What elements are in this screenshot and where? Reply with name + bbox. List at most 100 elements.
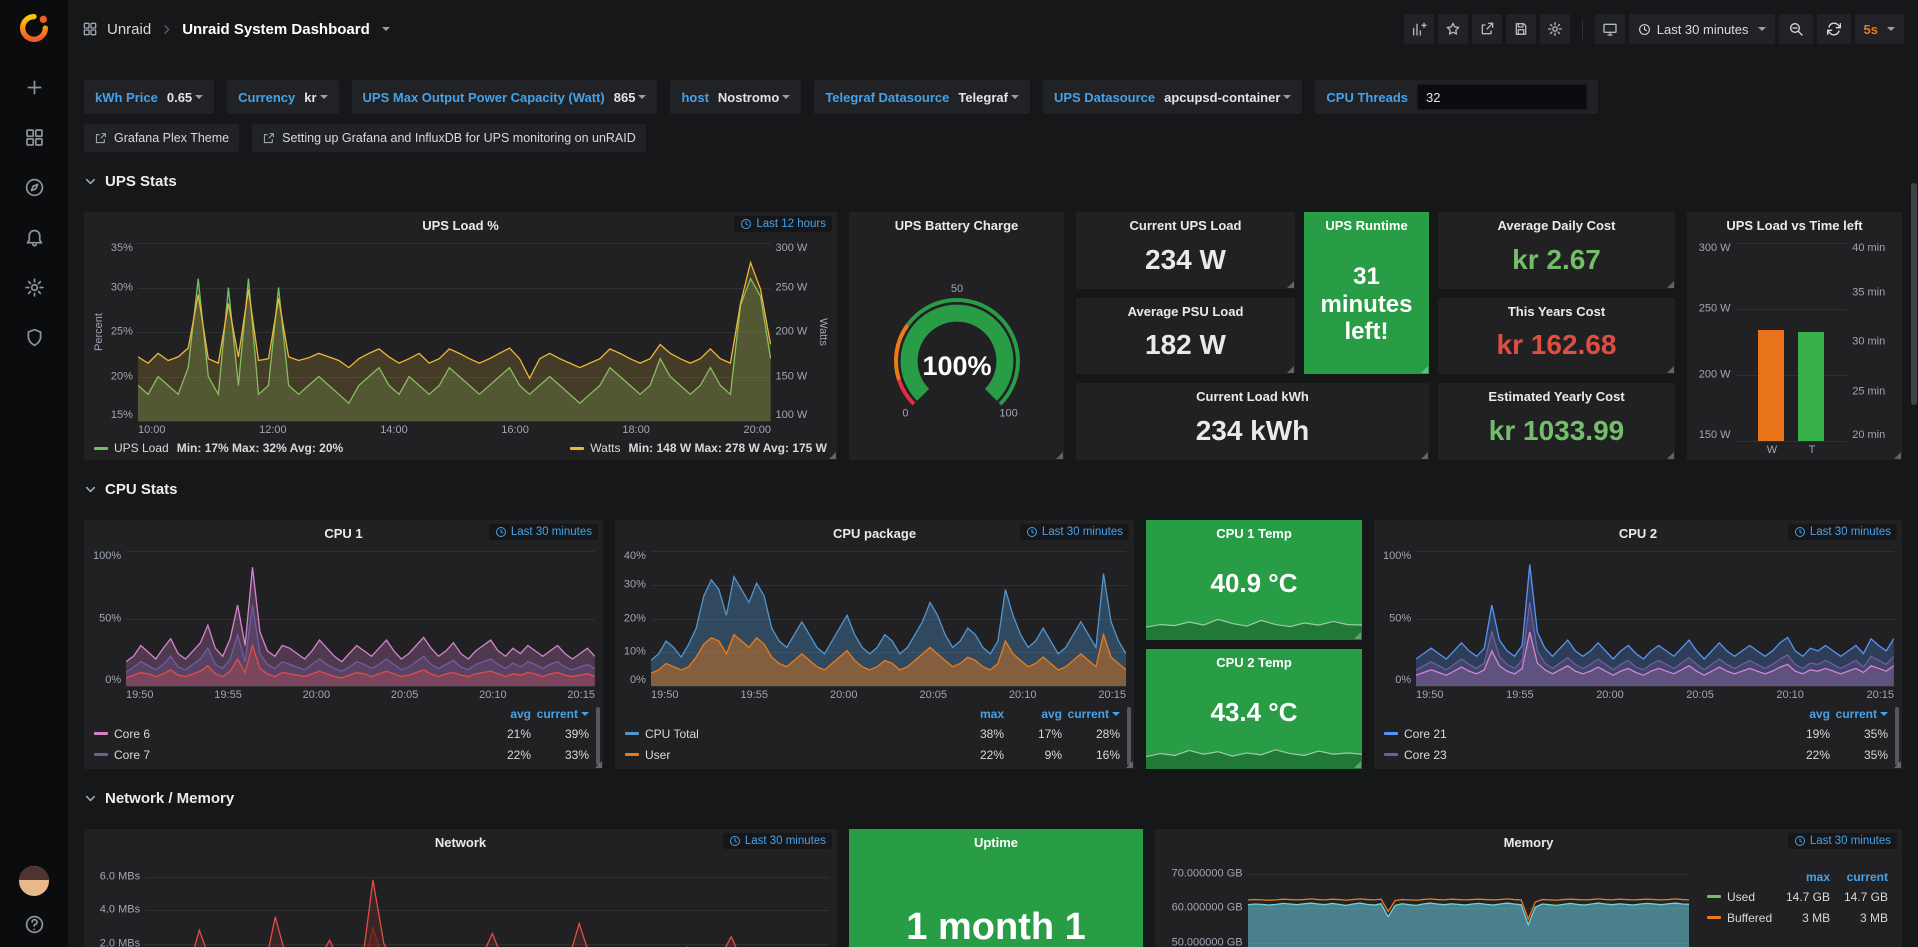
panel-header[interactable]: Average Daily Cost <box>1438 212 1675 239</box>
panel-header[interactable]: Estimated Yearly Cost <box>1438 383 1675 410</box>
panel-title[interactable]: UPS Load % <box>422 218 499 233</box>
dashboard-settings-button[interactable] <box>1540 14 1570 44</box>
panel-header[interactable]: CPU 1 Last 30 minutes <box>84 520 603 547</box>
server-admin-icon[interactable] <box>24 327 45 348</box>
panel-header[interactable]: UPS Load vs Time left <box>1687 212 1902 239</box>
grafana-logo[interactable] <box>18 12 50 47</box>
variable-value[interactable]: apcupsd-container <box>1164 90 1291 105</box>
panel-header[interactable]: Network Last 30 minutes <box>84 829 837 856</box>
variable-value[interactable]: Nostromo <box>718 90 790 105</box>
share-button[interactable] <box>1472 14 1502 44</box>
configuration-icon[interactable] <box>24 277 45 298</box>
panel-header[interactable]: Current UPS Load <box>1076 212 1295 239</box>
legend-series-core-23[interactable]: Core 2322%35% <box>1384 744 1888 765</box>
legend-series-buffered[interactable]: Buffered3 MB3 MB <box>1707 907 1888 928</box>
panel-header[interactable]: CPU 1 Temp <box>1146 520 1362 547</box>
explore-icon[interactable] <box>24 177 45 198</box>
panel-title[interactable]: Current Load kWh <box>1196 389 1309 404</box>
breadcrumb-folder[interactable]: Unraid <box>107 21 151 38</box>
legend-sort-current[interactable]: current <box>1830 707 1888 721</box>
chart-plot[interactable] <box>1248 860 1689 947</box>
panel-title[interactable]: Average Daily Cost <box>1497 218 1615 233</box>
legend-sort-avg[interactable]: avg <box>1004 707 1062 721</box>
variable-ups-datasource[interactable]: UPS Datasourceapcupsd-container <box>1043 80 1302 114</box>
panel-header[interactable]: CPU package Last 30 minutes <box>615 520 1134 547</box>
section-ups-stats[interactable]: UPS Stats <box>84 172 1902 190</box>
legend-sort-current[interactable]: current <box>1830 870 1888 884</box>
variable-input-cpu-threads[interactable] <box>1417 84 1587 110</box>
refresh-interval-picker[interactable]: 5s <box>1855 14 1904 44</box>
create-icon[interactable] <box>24 77 45 98</box>
panel-title[interactable]: This Years Cost <box>1508 304 1605 319</box>
variable-kwh-price[interactable]: kWh Price0.65 <box>84 80 214 114</box>
panel-title[interactable]: UPS Runtime <box>1325 218 1407 233</box>
panel-header[interactable]: Current Load kWh <box>1076 383 1429 410</box>
dashboards-icon[interactable] <box>24 127 45 148</box>
chart-plot[interactable] <box>1416 551 1894 686</box>
panel-header[interactable]: UPS Load % Last 12 hours <box>84 212 837 239</box>
section-cpu-stats[interactable]: CPU Stats <box>84 480 1902 498</box>
legend-scrollbar[interactable] <box>596 707 600 765</box>
legend-scrollbar[interactable] <box>1127 707 1131 765</box>
legend-sort-current[interactable]: current <box>1062 707 1120 721</box>
panel-header[interactable]: UPS Runtime <box>1304 212 1429 239</box>
alerting-icon[interactable] <box>24 227 45 248</box>
panel-title[interactable]: Current UPS Load <box>1130 218 1242 233</box>
legend-scrollbar[interactable] <box>1895 707 1899 765</box>
panel-title[interactable]: Memory <box>1504 835 1554 850</box>
variable-host[interactable]: hostNostromo <box>670 80 801 114</box>
legend-sort-max[interactable]: max <box>1772 870 1830 884</box>
panel-header[interactable]: Memory Last 30 minutes <box>1155 829 1902 856</box>
legend-series-ups-load[interactable]: UPS LoadMin: 17% Max: 32% Avg: 20% <box>94 441 343 455</box>
legend-sort-current[interactable]: current <box>531 707 589 721</box>
panel-header[interactable]: This Years Cost <box>1438 298 1675 325</box>
variable-value[interactable]: Telegraf <box>958 90 1019 105</box>
dashboard-title[interactable]: Unraid System Dashboard <box>182 21 370 38</box>
panel-title[interactable]: Average PSU Load <box>1128 304 1244 319</box>
variable-value[interactable]: 865 <box>614 90 647 105</box>
variable-value[interactable]: kr <box>304 90 327 105</box>
time-range-picker[interactable]: Last 30 minutes <box>1629 14 1775 44</box>
legend-series-cpu-total[interactable]: CPU Total38%17%28% <box>625 723 1120 744</box>
panel-header[interactable]: UPS Battery Charge <box>849 212 1064 239</box>
panel-header[interactable]: Uptime <box>849 829 1143 856</box>
section-network-memory[interactable]: Network / Memory <box>84 789 1902 807</box>
variable-telegraf-datasource[interactable]: Telegraf DatasourceTelegraf <box>814 80 1030 114</box>
legend-series-core-7[interactable]: Core 722%33% <box>94 744 589 765</box>
variable-cpu-threads[interactable]: CPU Threads <box>1315 80 1598 114</box>
star-button[interactable] <box>1438 14 1468 44</box>
dashboard-link-grafana-plex-theme[interactable]: Grafana Plex Theme <box>84 124 239 152</box>
chart-plot[interactable] <box>145 860 829 947</box>
chart-plot[interactable] <box>138 243 771 421</box>
help-icon[interactable] <box>24 914 45 935</box>
legend-series-core-6[interactable]: Core 621%39% <box>94 723 589 744</box>
chart-plot[interactable] <box>651 551 1126 686</box>
add-panel-button[interactable] <box>1404 14 1434 44</box>
panel-title[interactable]: Network <box>435 835 486 850</box>
dashboard-link-setting-up-grafana-and-influxdb-for-ups-[interactable]: Setting up Grafana and InfluxDB for UPS … <box>252 124 646 152</box>
panel-title[interactable]: CPU 1 <box>324 526 362 541</box>
page-scrollbar[interactable] <box>1911 183 1917 405</box>
variable-currency[interactable]: Currencykr <box>227 80 338 114</box>
variable-value[interactable]: 0.65 <box>167 90 203 105</box>
panel-header[interactable]: Average PSU Load <box>1076 298 1295 325</box>
panel-title[interactable]: CPU 2 Temp <box>1216 655 1292 670</box>
panel-title[interactable]: Uptime <box>974 835 1018 850</box>
legend-series-core-21[interactable]: Core 2119%35% <box>1384 723 1888 744</box>
user-avatar[interactable] <box>19 866 49 896</box>
panel-title[interactable]: Estimated Yearly Cost <box>1488 389 1624 404</box>
save-button[interactable] <box>1506 14 1536 44</box>
legend-series-used[interactable]: Used14.7 GB14.7 GB <box>1707 886 1888 907</box>
legend-series-user[interactable]: User22%9%16% <box>625 744 1120 765</box>
zoom-out-button[interactable] <box>1779 14 1813 44</box>
legend-sort-avg[interactable]: avg <box>1772 707 1830 721</box>
legend-sort-avg[interactable]: avg <box>473 707 531 721</box>
panel-header[interactable]: CPU 2 Last 30 minutes <box>1374 520 1902 547</box>
panel-header[interactable]: CPU 2 Temp <box>1146 649 1362 676</box>
chart-plot[interactable] <box>126 551 595 686</box>
panel-title[interactable]: CPU 2 <box>1619 526 1657 541</box>
cycle-view-button[interactable] <box>1595 14 1625 44</box>
legend-sort-max[interactable]: max <box>946 707 1004 721</box>
panel-title[interactable]: CPU package <box>833 526 916 541</box>
panel-title[interactable]: UPS Load vs Time left <box>1726 218 1862 233</box>
